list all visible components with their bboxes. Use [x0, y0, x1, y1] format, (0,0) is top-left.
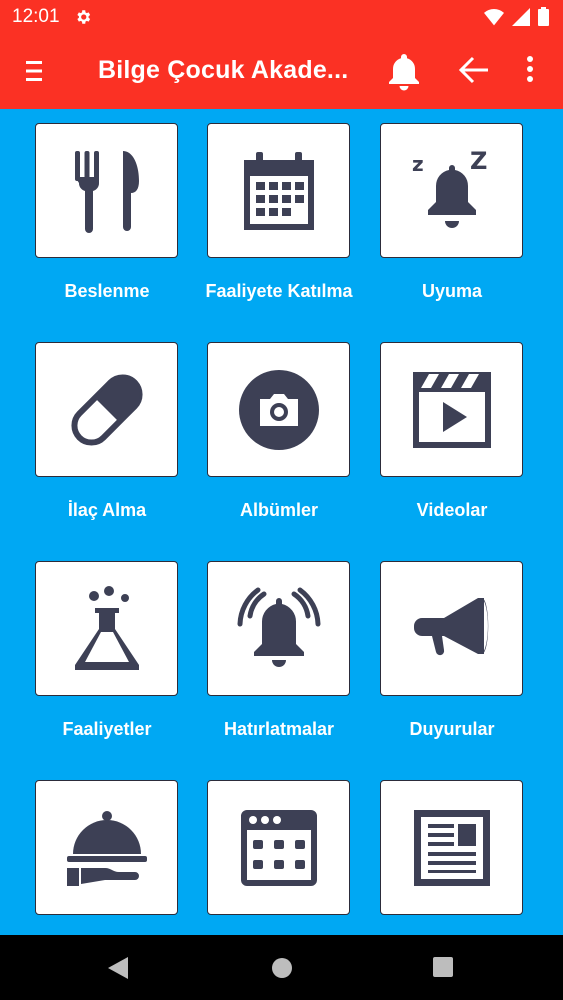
tile-box[interactable]	[207, 780, 350, 915]
back-arrow-icon[interactable]	[458, 56, 490, 84]
tile-box[interactable]	[380, 561, 523, 696]
tile-label: Uyuma	[421, 281, 483, 301]
recents-nav-icon[interactable]	[433, 957, 453, 977]
gear-icon	[74, 8, 92, 26]
page-title: Bilge Çocuk Akade...	[98, 56, 349, 84]
wifi-icon	[484, 8, 504, 25]
tile-box[interactable]	[35, 561, 178, 696]
notification-bell-icon[interactable]	[386, 51, 422, 91]
status-bar: 12:01	[0, 0, 563, 34]
tile-label: Hatırlatmalar	[223, 719, 335, 739]
megaphone-icon	[413, 597, 488, 655]
tile-label: Faaliyetler	[62, 719, 152, 739]
tile-box[interactable]	[35, 780, 178, 915]
tile-box[interactable]	[207, 561, 350, 696]
video-clapper-icon	[412, 371, 491, 448]
tile-box[interactable]	[35, 342, 178, 477]
food-cloche-icon	[66, 810, 147, 886]
battery-icon	[538, 7, 549, 26]
tile-label: Videolar	[416, 500, 488, 520]
tile-label: Beslenme	[64, 281, 150, 301]
app-bar: Bilge Çocuk Akade...	[0, 34, 563, 109]
home-nav-icon[interactable]	[271, 957, 293, 979]
tile-label: Faaliyete Katılma	[205, 281, 353, 301]
fork-knife-icon	[74, 150, 139, 233]
svg-text:Z: Z	[470, 149, 487, 175]
more-vert-icon[interactable]	[526, 56, 534, 82]
calendar-icon	[243, 151, 314, 230]
menu-icon[interactable]	[26, 61, 42, 81]
menu-grid: Beslenme Faaliyete Katılma z Z Uyuma İla…	[0, 109, 563, 935]
tile-box[interactable]	[207, 123, 350, 258]
signal-icon	[512, 7, 530, 26]
ringing-bell-icon	[237, 587, 320, 667]
flask-icon	[74, 585, 139, 670]
tile-box[interactable]	[380, 780, 523, 915]
tile-label: Duyurular	[409, 719, 495, 739]
tile-box[interactable]	[380, 342, 523, 477]
tile-label: Albümler	[239, 500, 318, 520]
calendar-grid-icon	[240, 809, 317, 886]
newspaper-icon	[413, 809, 490, 886]
pill-icon	[70, 373, 143, 446]
svg-text:z: z	[412, 152, 424, 176]
status-icons	[484, 7, 549, 26]
tile-box[interactable]	[207, 342, 350, 477]
back-nav-icon[interactable]	[108, 957, 128, 979]
status-time: 12:01	[12, 6, 60, 27]
navigation-bar	[0, 935, 563, 1000]
tile-box[interactable]	[35, 123, 178, 258]
tile-box[interactable]: z Z	[380, 123, 523, 258]
sleep-bell-icon: z Z	[412, 149, 487, 228]
camera-icon	[238, 369, 319, 450]
tile-label: İlaç Alma	[67, 500, 147, 520]
